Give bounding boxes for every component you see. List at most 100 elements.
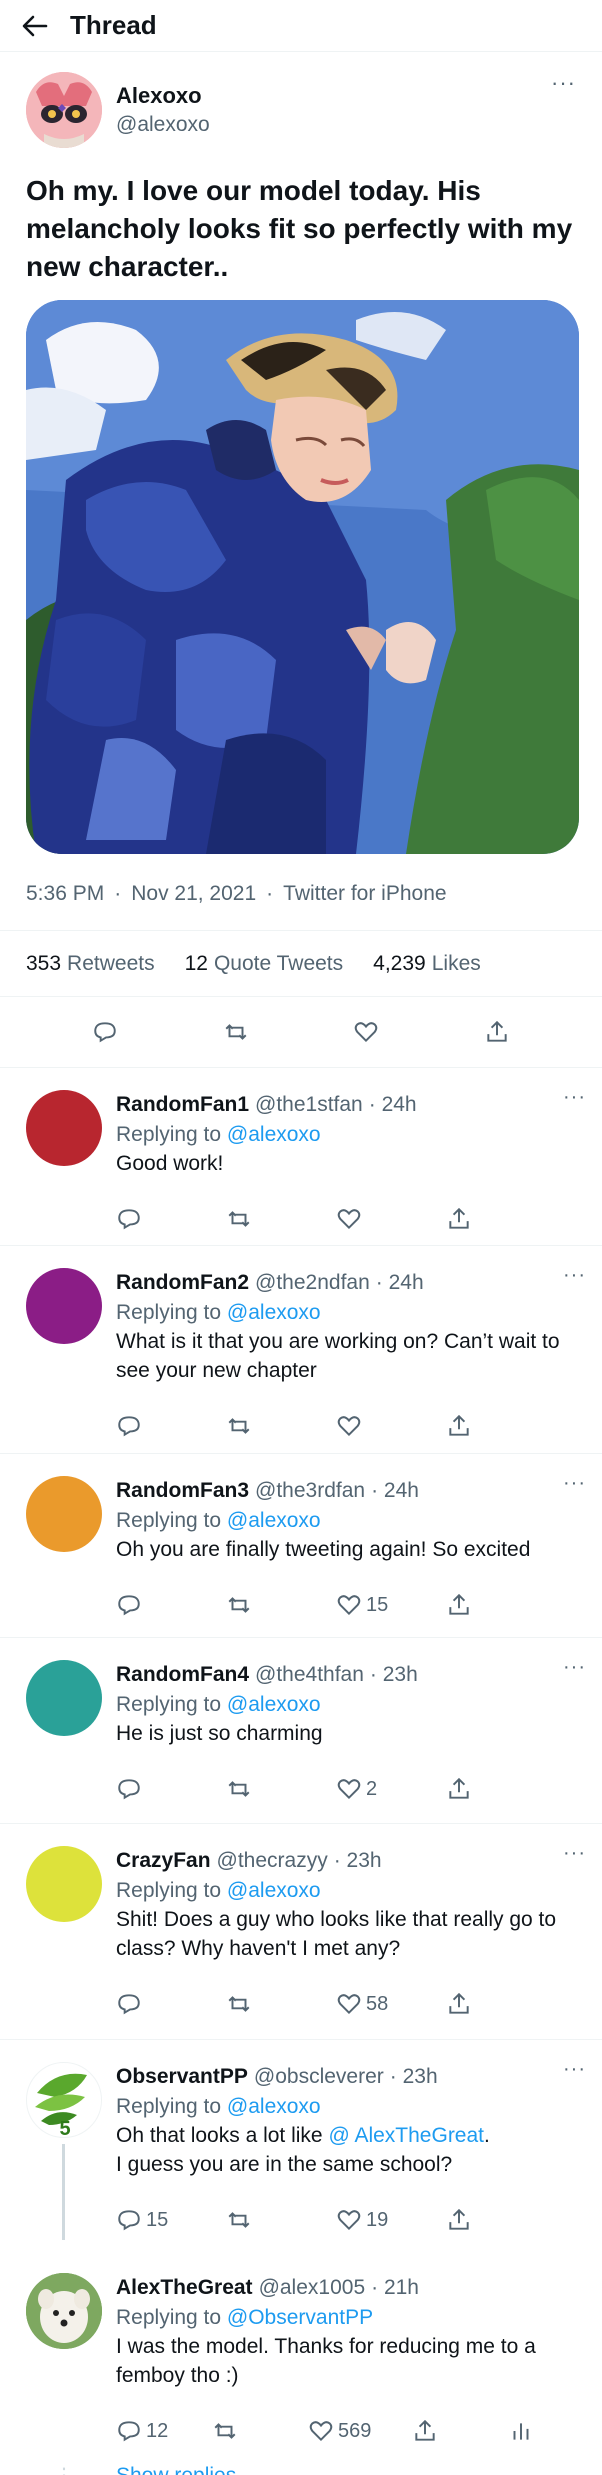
share-button[interactable] bbox=[446, 1991, 472, 2017]
like-button[interactable] bbox=[336, 1206, 446, 1232]
retweet-button[interactable] bbox=[223, 1019, 249, 1045]
share-button[interactable] bbox=[446, 2207, 472, 2233]
share-button[interactable] bbox=[412, 2418, 508, 2444]
back-button[interactable] bbox=[20, 11, 50, 41]
reply-author-handle[interactable]: @obscleverer bbox=[254, 2062, 384, 2092]
avatar[interactable] bbox=[26, 2273, 102, 2349]
retweets-count: 353 bbox=[26, 951, 62, 975]
reply-tweet[interactable]: ··· RandomFan4 @the4thfan · 23h Replying t… bbox=[0, 1638, 602, 1824]
reply-author-name[interactable]: RandomFan1 bbox=[116, 1090, 249, 1120]
author-name[interactable]: Alexoxo bbox=[116, 83, 551, 109]
avatar[interactable] bbox=[26, 1268, 102, 1344]
share-button[interactable] bbox=[446, 1413, 472, 1439]
analytics-button[interactable] bbox=[508, 2418, 534, 2444]
retweet-button[interactable] bbox=[226, 1991, 336, 2017]
show-replies-link[interactable]: Show replies bbox=[116, 2464, 236, 2475]
avatar[interactable] bbox=[26, 1090, 102, 1166]
more-options-icon[interactable]: ··· bbox=[563, 1656, 586, 1679]
replying-to-link[interactable]: @alexoxo bbox=[227, 1509, 321, 1532]
reply-tweet[interactable]: AlexTheGreat @alex1005 · 21h Replying to @… bbox=[26, 2273, 576, 2460]
reply-tweet[interactable]: 5 ObservantPP @obscleverer · 23h Replying … bbox=[26, 2062, 576, 2249]
reply-tweet[interactable]: ··· CrazyFan @thecrazyy · 23h Replying to … bbox=[0, 1824, 602, 2040]
reply-tweet[interactable]: ··· RandomFan2 @the2ndfan · 24h Replying t… bbox=[0, 1246, 602, 1454]
more-options-icon[interactable]: ··· bbox=[563, 1086, 586, 1109]
like-button[interactable]: 19 bbox=[336, 2207, 446, 2233]
reply-author-handle[interactable]: @alex1005 bbox=[259, 2273, 366, 2303]
more-options-icon[interactable]: ··· bbox=[563, 1472, 586, 1495]
replying-to-link[interactable]: @ObservantPP bbox=[227, 2306, 373, 2329]
reply-button[interactable]: 15 bbox=[116, 2207, 226, 2233]
avatar[interactable] bbox=[26, 1660, 102, 1736]
retweet-button[interactable] bbox=[212, 2418, 308, 2444]
retweets-stat[interactable]: 353 Retweets bbox=[26, 952, 155, 976]
retweet-button[interactable] bbox=[226, 1592, 336, 1618]
like-button[interactable] bbox=[336, 1413, 446, 1439]
reply-author-name[interactable]: AlexTheGreat bbox=[116, 2273, 253, 2303]
replying-label: Replying to bbox=[116, 2095, 222, 2118]
reply-author-name[interactable]: CrazyFan bbox=[116, 1846, 211, 1876]
reply-button[interactable]: 12 bbox=[116, 2418, 212, 2444]
replying-to-link[interactable]: @alexoxo bbox=[227, 1693, 321, 1716]
reply-button[interactable] bbox=[116, 1776, 226, 1802]
more-options-icon[interactable]: ··· bbox=[563, 1264, 586, 1287]
avatar[interactable]: 5 bbox=[26, 2062, 102, 2138]
reply-author-handle[interactable]: @thecrazyy bbox=[217, 1846, 328, 1876]
reply-author-name[interactable]: RandomFan2 bbox=[116, 1268, 249, 1298]
reply-author-handle[interactable]: @the3rdfan bbox=[255, 1476, 365, 1506]
reply-time[interactable]: 23h bbox=[383, 1663, 418, 1686]
replying-to-link[interactable]: @alexoxo bbox=[227, 1879, 321, 1902]
like-button[interactable]: 58 bbox=[336, 1991, 446, 2017]
avatar[interactable] bbox=[26, 72, 102, 148]
share-button[interactable] bbox=[446, 1776, 472, 1802]
tweet-time[interactable]: 5:36 PM bbox=[26, 882, 104, 906]
reply-time[interactable]: 23h bbox=[403, 2065, 438, 2088]
reply-author-name[interactable]: RandomFan3 bbox=[116, 1476, 249, 1506]
avatar[interactable] bbox=[26, 1846, 102, 1922]
likes-stat[interactable]: 4,239 Likes bbox=[373, 952, 481, 976]
quotes-stat[interactable]: 12 Quote Tweets bbox=[185, 952, 344, 976]
like-button[interactable]: 15 bbox=[336, 1592, 446, 1618]
like-button[interactable] bbox=[353, 1019, 379, 1045]
reply-button[interactable] bbox=[116, 1991, 226, 2017]
more-options-icon[interactable]: ··· bbox=[563, 2058, 586, 2081]
reply-tweet[interactable]: ··· RandomFan1 @the1stfan · 24h Replying t… bbox=[0, 1068, 602, 1246]
tweet-date[interactable]: Nov 21, 2021 bbox=[131, 882, 256, 906]
reply-time[interactable]: 24h bbox=[389, 1271, 424, 1294]
reply-time[interactable]: 23h bbox=[347, 1849, 382, 1872]
share-button[interactable] bbox=[484, 1019, 510, 1045]
reply-author-handle[interactable]: @the4thfan bbox=[255, 1660, 364, 1690]
mention-link[interactable]: @ AlexTheGreat bbox=[328, 2124, 484, 2147]
like-button[interactable]: 569 bbox=[308, 2418, 412, 2444]
reply-button[interactable] bbox=[92, 1019, 118, 1045]
more-options-icon[interactable]: ··· bbox=[563, 1842, 586, 1865]
reply-button[interactable] bbox=[116, 1206, 226, 1232]
replying-to-link[interactable]: @alexoxo bbox=[227, 1301, 321, 1324]
tweet-image[interactable] bbox=[26, 300, 579, 854]
leaf-logo-image: 5 bbox=[35, 2073, 87, 2137]
reply-button[interactable] bbox=[116, 1413, 226, 1439]
more-options-icon[interactable]: ··· bbox=[551, 70, 576, 96]
reply-button[interactable] bbox=[116, 1592, 226, 1618]
reply-time[interactable]: 24h bbox=[384, 1479, 419, 1502]
author-handle[interactable]: @alexoxo bbox=[116, 113, 551, 137]
like-button[interactable]: 2 bbox=[336, 1776, 446, 1802]
reply-author-handle[interactable]: @the2ndfan bbox=[255, 1268, 370, 1298]
retweet-button[interactable] bbox=[226, 1206, 336, 1232]
retweet-icon bbox=[228, 1211, 250, 1227]
reply-author-name[interactable]: ObservantPP bbox=[116, 2062, 248, 2092]
retweet-button[interactable] bbox=[226, 1413, 336, 1439]
reply-tweet[interactable]: ··· RandomFan3 @the3rdfan · 24h Replying t… bbox=[0, 1454, 602, 1638]
share-button[interactable] bbox=[446, 1206, 472, 1232]
replying-to-link[interactable]: @alexoxo bbox=[227, 1123, 321, 1146]
retweet-button[interactable] bbox=[226, 1776, 336, 1802]
reply-time[interactable]: 24h bbox=[382, 1093, 417, 1116]
tweet-source[interactable]: Twitter for iPhone bbox=[283, 882, 446, 906]
share-button[interactable] bbox=[446, 1592, 472, 1618]
replying-to-link[interactable]: @alexoxo bbox=[227, 2095, 321, 2118]
tweet-meta: 5:36 PM · Nov 21, 2021 · Twitter for iPh… bbox=[26, 876, 576, 912]
reply-author-name[interactable]: RandomFan4 bbox=[116, 1660, 249, 1690]
reply-time[interactable]: 21h bbox=[384, 2276, 419, 2299]
reply-author-handle[interactable]: @the1stfan bbox=[255, 1090, 363, 1120]
retweet-button[interactable] bbox=[226, 2207, 336, 2233]
avatar[interactable] bbox=[26, 1476, 102, 1552]
